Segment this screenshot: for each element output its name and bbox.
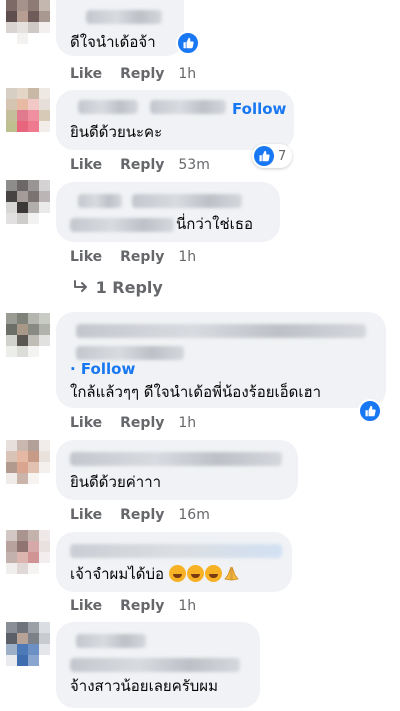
comment-text: ยินดีด้วยนะคะ (70, 123, 163, 141)
follow-button[interactable]: Follow (232, 100, 286, 118)
like-button[interactable]: Like (70, 157, 102, 173)
blurred-author-name (132, 194, 242, 208)
like-button[interactable]: Like (70, 66, 102, 82)
avatar[interactable] (6, 180, 50, 224)
praying-hands-emoji-icon (224, 566, 239, 581)
blurred-text (70, 658, 240, 672)
timestamp[interactable]: 1h (178, 66, 196, 82)
comment-bubble: เจ้าจำผมได้บ่อ (56, 532, 292, 592)
timestamp[interactable]: 1h (178, 598, 196, 614)
avatar[interactable] (6, 313, 50, 357)
comment-text: ยินดีด้วยค่าาา (70, 473, 162, 491)
laughing-emoji-icon (204, 565, 222, 582)
timestamp[interactable]: 16m (178, 507, 209, 523)
comment-actions: Like Reply 1h (70, 66, 214, 82)
comment-actions: Like Reply 1h (70, 598, 214, 614)
avatar[interactable] (6, 530, 50, 574)
avatar[interactable] (6, 0, 50, 44)
avatar[interactable] (6, 440, 50, 484)
avatar[interactable] (6, 622, 50, 666)
comment-bubble: · Follow ใกล้แล้วๆๆ ดีใจนำเด้อพี่น้องร้อ… (56, 312, 386, 408)
comment-bubble: ยินดีด้วยค่าาา (56, 440, 298, 500)
reply-button[interactable]: Reply (120, 157, 164, 173)
like-reaction-icon[interactable] (176, 31, 200, 55)
reaction-count: 7 (278, 148, 287, 164)
laughing-emoji-icon (186, 565, 204, 582)
blurred-author-name (150, 100, 226, 114)
reply-button[interactable]: Reply (120, 66, 164, 82)
like-button[interactable]: Like (70, 415, 102, 431)
comment-text: เจ้าจำผมได้บ่อ (70, 564, 240, 584)
comment-text: นี่กว่าใช่เธอ (176, 215, 253, 233)
laughing-emoji-icon (168, 565, 186, 582)
blurred-author-name (78, 100, 138, 114)
like-reaction-icon (254, 146, 274, 166)
comment-bubble: นี่กว่าใช่เธอ (56, 182, 280, 242)
timestamp[interactable]: 53m (178, 157, 209, 173)
comment-actions: Like Reply 16m (70, 507, 228, 523)
comment-text: ใกล้แล้วๆๆ ดีใจนำเด้อพี่น้องร้อยเอ็ดเฮา (70, 383, 322, 401)
avatar[interactable] (6, 88, 50, 132)
follow-button[interactable]: · Follow (70, 360, 135, 378)
like-button[interactable]: Like (70, 507, 102, 523)
reaction-summary[interactable]: 7 (252, 144, 293, 168)
timestamp[interactable]: 1h (178, 249, 196, 265)
blurred-author-name (86, 10, 162, 24)
reply-button[interactable]: Reply (120, 415, 164, 431)
blurred-author-name (70, 544, 282, 558)
like-button[interactable]: Like (70, 249, 102, 265)
like-reaction-icon[interactable] (358, 399, 382, 423)
like-button[interactable]: Like (70, 598, 102, 614)
comment-bubble: Follow ยินดีด้วยนะคะ (56, 90, 294, 150)
timestamp[interactable]: 1h (178, 415, 196, 431)
comment-actions: Like Reply 53m (70, 157, 228, 173)
reply-button[interactable]: Reply (120, 598, 164, 614)
comment-bubble: ดีใจนำเด้อจ้า (56, 0, 184, 56)
comment-text: ดีใจนำเด้อจ้า (70, 33, 156, 51)
comment-text: จ้างสาวน้อยเลยครับผม (70, 677, 218, 695)
blurred-author-name (76, 324, 366, 338)
replies-count: 1 Reply (95, 278, 163, 297)
blurred-author-name (78, 194, 122, 208)
blurred-text (70, 218, 174, 232)
blurred-author-name (76, 634, 146, 648)
reply-button[interactable]: Reply (120, 507, 164, 523)
blurred-author-name (76, 346, 184, 360)
reply-arrow-icon (74, 280, 87, 292)
comment-actions: Like Reply 1h (70, 415, 214, 431)
comment-actions: Like Reply 1h (70, 249, 214, 265)
comment-bubble: จ้างสาวน้อยเลยครับผม (56, 622, 260, 708)
reply-button[interactable]: Reply (120, 249, 164, 265)
view-replies-link[interactable]: 1 Reply (72, 278, 163, 297)
blurred-author-name (70, 452, 282, 466)
